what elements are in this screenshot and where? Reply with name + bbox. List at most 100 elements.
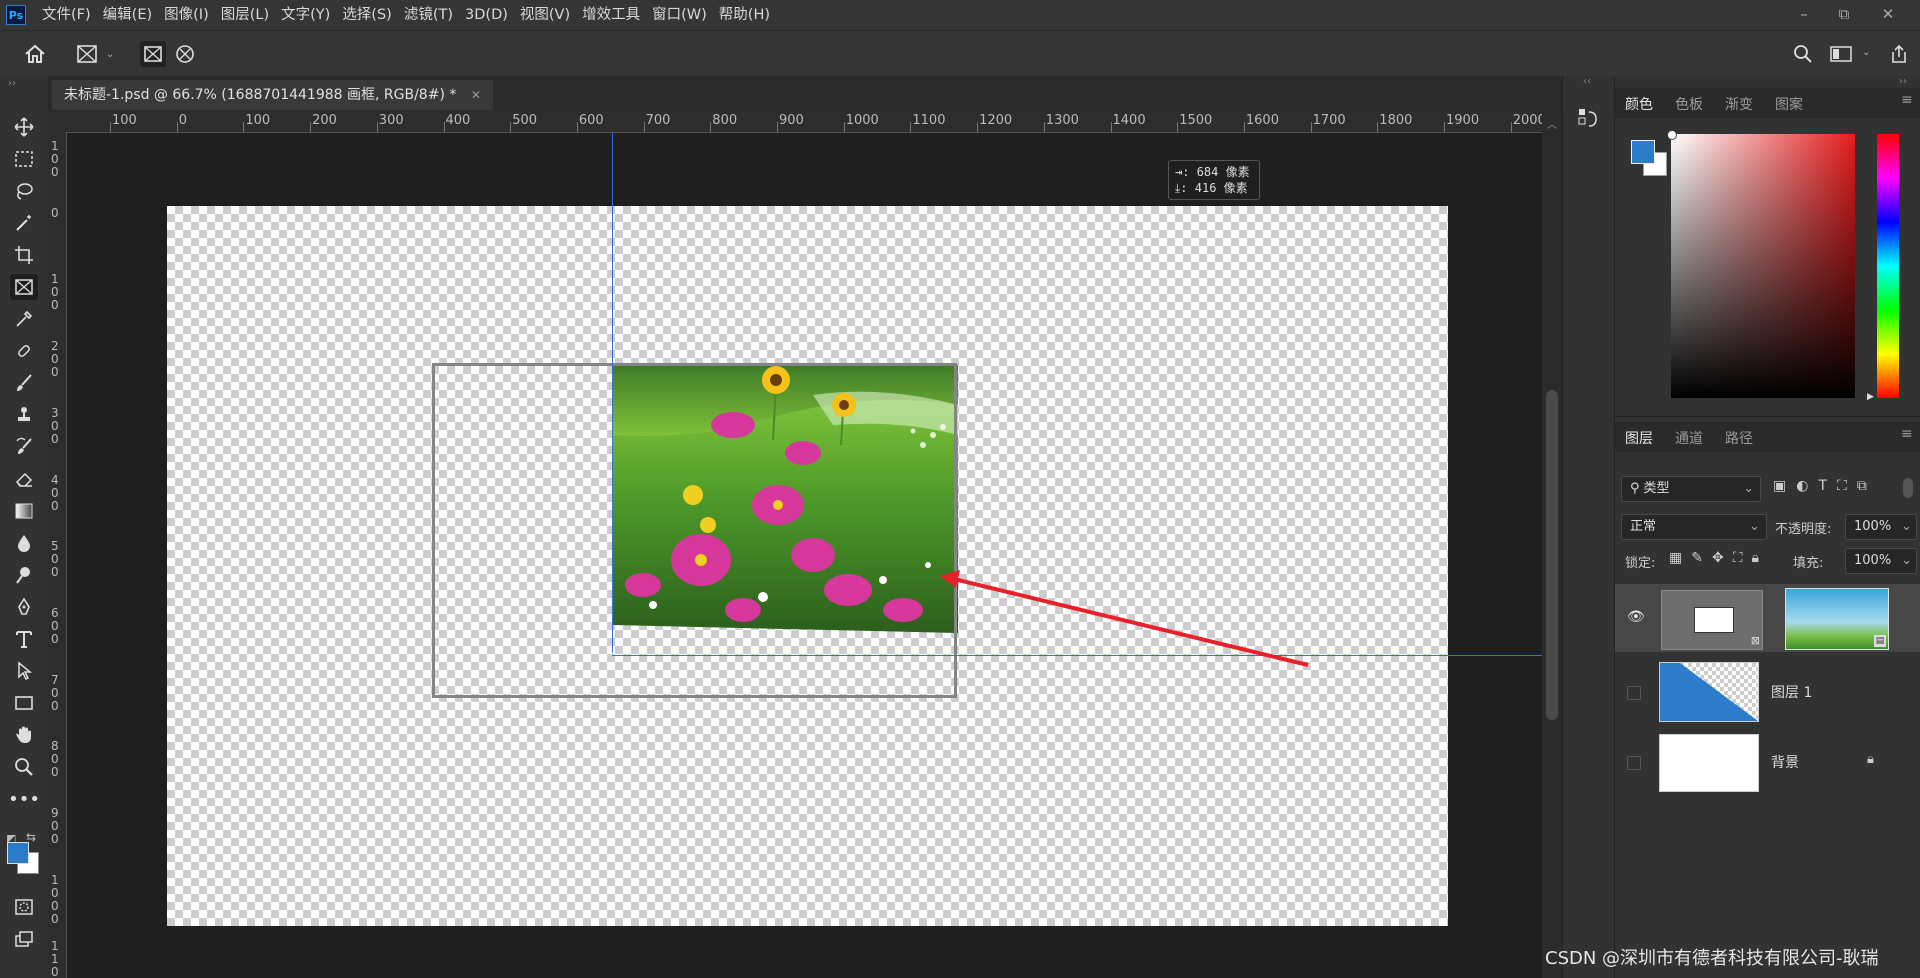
hue-slider[interactable] <box>1877 134 1899 398</box>
frame-tool-preset-icon[interactable] <box>74 41 100 67</box>
vertical-scrollbar[interactable]: ︿ <box>1542 110 1562 978</box>
layer-filter-select[interactable]: ⚲ 类型 ⌄ <box>1621 476 1761 502</box>
menu-file[interactable]: 文件(F) <box>42 0 91 30</box>
close-tab-icon[interactable]: ✕ <box>471 88 481 102</box>
eyedropper-tool-icon[interactable] <box>10 306 38 332</box>
crop-tool-icon[interactable] <box>10 242 38 268</box>
type-tool-icon[interactable] <box>10 626 38 652</box>
collapse-arrows-icon[interactable]: ‹‹ <box>1583 76 1591 87</box>
blend-mode-select[interactable]: 正常 ⌄ <box>1621 514 1767 540</box>
scrollbar-thumb[interactable] <box>1546 390 1558 720</box>
type-layer-filter-icon[interactable]: T <box>1818 478 1827 494</box>
layer-row-frame[interactable]: 👁︎ ⊠ ▤ <box>1615 584 1920 652</box>
eye-icon[interactable]: 👁︎ <box>1627 609 1645 625</box>
menu-help[interactable]: 帮助(H) <box>719 0 770 30</box>
lock-all-icon[interactable]: 🔒︎ <box>1752 550 1759 566</box>
layer1-thumbnail[interactable] <box>1659 662 1759 722</box>
menu-filter[interactable]: 滤镜(T) <box>404 0 453 30</box>
color-picker-cursor[interactable] <box>1667 130 1677 140</box>
layer-name[interactable]: 背景 <box>1771 752 1799 772</box>
tab-layers[interactable]: 图层 <box>1625 428 1653 448</box>
lasso-tool-icon[interactable] <box>10 178 38 204</box>
menu-edit[interactable]: 编辑(E) <box>103 0 152 30</box>
brush-tool-icon[interactable] <box>10 370 38 396</box>
fill-input[interactable]: 100% ⌄ <box>1845 548 1917 574</box>
tab-color[interactable]: 颜色 <box>1625 94 1653 114</box>
layer-name[interactable]: 图层 1 <box>1771 682 1812 702</box>
ruler-origin[interactable] <box>48 110 66 132</box>
image-content-thumbnail[interactable]: ▤ <box>1785 588 1889 650</box>
layer-row-layer1[interactable]: 图层 1 <box>1615 658 1920 726</box>
pixel-layer-filter-icon[interactable]: ▣ <box>1773 478 1786 494</box>
shape-layer-filter-icon[interactable]: ⛶ <box>1837 478 1847 494</box>
quick-mask-icon[interactable] <box>10 894 38 920</box>
more-tools-icon[interactable]: ••• <box>8 786 40 812</box>
menu-type[interactable]: 文字(Y) <box>281 0 330 30</box>
screen-mode-icon[interactable] <box>10 926 38 952</box>
history-brush-tool-icon[interactable] <box>10 434 38 460</box>
tab-patterns[interactable]: 图案 <box>1775 94 1803 114</box>
hue-slider-handle[interactable]: ▶ <box>1867 392 1874 402</box>
dodge-tool-icon[interactable] <box>10 562 38 588</box>
zoom-tool-icon[interactable] <box>10 754 38 780</box>
blur-tool-icon[interactable] <box>10 530 38 556</box>
visibility-toggle[interactable] <box>1627 686 1641 700</box>
close-window-button[interactable]: ✕ <box>1870 0 1906 30</box>
healing-brush-tool-icon[interactable] <box>10 338 38 364</box>
scroll-up-icon[interactable]: ︿ <box>1547 116 1557 131</box>
vertical-guide[interactable] <box>612 133 613 653</box>
path-selection-tool-icon[interactable] <box>10 658 38 684</box>
tab-channels[interactable]: 通道 <box>1675 428 1703 448</box>
panel-menu-icon[interactable]: ≡ <box>1901 426 1913 442</box>
menu-layer[interactable]: 图层(L) <box>221 0 269 30</box>
menu-3d[interactable]: 3D(D) <box>465 0 508 30</box>
frame-thumbnail[interactable]: ⊠ <box>1661 590 1763 650</box>
tab-paths[interactable]: 路径 <box>1725 428 1753 448</box>
minimize-button[interactable]: – <box>1786 0 1822 30</box>
search-icon[interactable] <box>1790 41 1816 67</box>
lock-position-icon[interactable]: ✥ <box>1712 550 1724 566</box>
chevron-down-icon[interactable]: ⌄ <box>1862 47 1870 58</box>
menu-plugins[interactable]: 增效工具 <box>582 0 640 30</box>
hand-tool-icon[interactable] <box>10 722 38 748</box>
frame-tool-icon[interactable] <box>10 274 38 300</box>
filter-toggle[interactable] <box>1903 478 1913 498</box>
tab-gradients[interactable]: 渐变 <box>1725 94 1753 114</box>
foreground-color-swatch[interactable] <box>1631 140 1655 164</box>
move-tool-icon[interactable] <box>10 114 38 140</box>
marquee-tool-icon[interactable] <box>10 146 38 172</box>
menu-window[interactable]: 窗口(W) <box>652 0 707 30</box>
lock-transparent-icon[interactable]: ▦ <box>1669 550 1682 566</box>
layer-row-background[interactable]: 背景 🔒︎ <box>1615 728 1920 796</box>
menu-select[interactable]: 选择(S) <box>342 0 392 30</box>
pen-tool-icon[interactable] <box>10 594 38 620</box>
home-icon[interactable] <box>22 41 48 67</box>
workspace-icon[interactable] <box>1828 41 1854 67</box>
menu-view[interactable]: 视图(V) <box>520 0 570 30</box>
restore-button[interactable]: ⧉ <box>1826 0 1862 30</box>
tab-swatches[interactable]: 色板 <box>1675 94 1703 114</box>
horizontal-ruler[interactable]: 100 0 100 200 300 400 500 600 700 800 900 1000 1100 1… <box>66 110 1542 133</box>
frame-bounding-box[interactable] <box>432 363 957 698</box>
panel-menu-icon[interactable]: ≡ <box>1901 92 1913 108</box>
eraser-tool-icon[interactable] <box>10 466 38 492</box>
clone-stamp-tool-icon[interactable] <box>10 402 38 428</box>
chevron-down-icon[interactable]: ⌄ <box>106 49 114 60</box>
vertical-ruler[interactable]: 100010020030040050060070080090010001100 <box>48 132 67 978</box>
visibility-toggle[interactable] <box>1627 756 1641 770</box>
color-picker-field[interactable] <box>1667 130 1855 398</box>
rectangle-tool-icon[interactable] <box>10 690 38 716</box>
share-icon[interactable] <box>1886 41 1912 67</box>
document-tab[interactable]: 未标题-1.psd @ 66.7% (1688701441988 画框, RGB… <box>52 80 493 110</box>
opacity-input[interactable]: 100% ⌄ <box>1845 514 1917 540</box>
collapse-arrows-icon[interactable]: ›› <box>8 78 16 89</box>
smart-object-filter-icon[interactable]: ⧉ <box>1857 478 1867 494</box>
elliptical-frame-icon[interactable] <box>172 41 198 67</box>
menu-image[interactable]: 图像(I) <box>164 0 209 30</box>
lock-artboard-icon[interactable]: ⛶ <box>1733 550 1743 566</box>
gradient-tool-icon[interactable] <box>10 498 38 524</box>
lock-image-icon[interactable]: ✎ <box>1691 550 1703 566</box>
foreground-color-swatch[interactable] <box>7 842 29 864</box>
history-panel-icon[interactable] <box>1577 106 1599 132</box>
rectangular-frame-icon[interactable] <box>140 41 166 67</box>
